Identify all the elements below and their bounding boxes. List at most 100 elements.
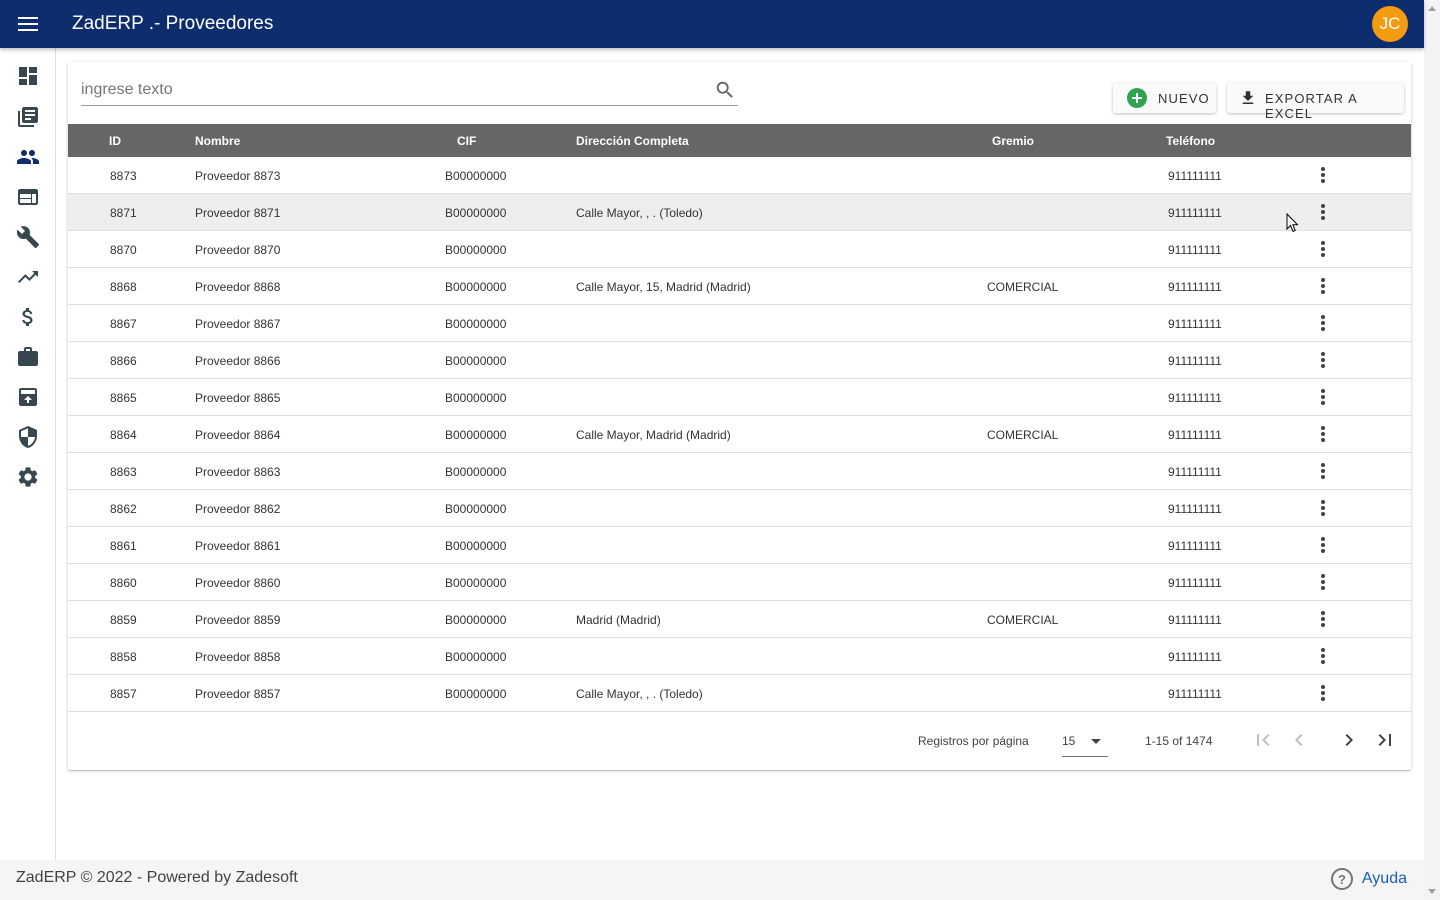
cell-id: 8862 — [110, 502, 137, 516]
cell-cif: B00000000 — [445, 613, 507, 627]
more-vert-icon[interactable] — [1313, 276, 1333, 296]
sidebar-item-finance[interactable] — [16, 305, 40, 329]
cell-telefono: 911111111 — [1168, 243, 1222, 257]
more-vert-icon[interactable] — [1313, 683, 1333, 703]
cell-cif: B00000000 — [445, 650, 507, 664]
first-page-button[interactable] — [1251, 728, 1275, 752]
more-vert-icon[interactable] — [1313, 165, 1333, 185]
search-icon[interactable] — [714, 79, 736, 101]
cell-nombre: Proveedor 8857 — [195, 687, 281, 701]
cell-gremio: COMERCIAL — [987, 280, 1059, 294]
more-vert-icon[interactable] — [1313, 313, 1333, 333]
table-row[interactable]: 8870 Proveedor 8870 B00000000 911111111 — [68, 231, 1411, 268]
more-vert-icon[interactable] — [1313, 387, 1333, 407]
new-button-label: NUEVO — [1158, 91, 1210, 106]
briefcase-icon — [18, 347, 38, 366]
sidebar-item-archive[interactable] — [16, 385, 40, 409]
scroll-down-icon[interactable] — [1428, 889, 1436, 894]
rows-per-page-select[interactable]: 15 — [1062, 724, 1108, 757]
table-row[interactable]: 8861 Proveedor 8861 B00000000 911111111 — [68, 527, 1411, 564]
more-vert-icon[interactable] — [1313, 350, 1333, 370]
column-header-telefono[interactable]: Teléfono — [1166, 134, 1215, 148]
table-row[interactable]: 8865 Proveedor 8865 B00000000 911111111 — [68, 379, 1411, 416]
cell-direccion: Calle Mayor, Madrid (Madrid) — [576, 428, 731, 442]
column-header-nombre[interactable]: Nombre — [195, 134, 240, 148]
table-row[interactable]: 8871 Proveedor 8871 B00000000 Calle Mayor, … — [68, 194, 1411, 231]
pagination-range: 1-15 of 1474 — [1145, 734, 1213, 748]
column-header-id[interactable]: ID — [109, 134, 121, 148]
more-vert-icon[interactable] — [1313, 498, 1333, 518]
more-vert-icon[interactable] — [1313, 424, 1333, 444]
more-vert-icon[interactable] — [1313, 202, 1333, 222]
table-row[interactable]: 8873 Proveedor 8873 B00000000 911111111 — [68, 157, 1411, 194]
cell-nombre: Proveedor 8873 — [195, 169, 281, 183]
cell-cif: B00000000 — [445, 206, 507, 220]
next-page-button[interactable] — [1337, 728, 1361, 752]
more-vert-icon[interactable] — [1313, 609, 1333, 629]
sidebar-item-business[interactable] — [16, 345, 40, 369]
wrench-icon — [16, 226, 39, 248]
more-vert-icon[interactable] — [1313, 646, 1333, 666]
table-row[interactable]: 8860 Proveedor 8860 B00000000 911111111 — [68, 564, 1411, 601]
scroll-up-icon[interactable] — [1428, 6, 1436, 11]
cell-direccion: Calle Mayor, 15, Madrid (Madrid) — [576, 280, 751, 294]
sidebar-item-dashboard[interactable] — [16, 64, 40, 88]
page-scrollbar[interactable] — [1424, 0, 1440, 900]
cell-id: 8857 — [110, 687, 137, 701]
cell-telefono: 911111111 — [1168, 650, 1222, 664]
cell-nombre: Proveedor 8867 — [195, 317, 281, 331]
cell-nombre: Proveedor 8863 — [195, 465, 281, 479]
export-excel-button[interactable]: EXPORTAR A EXCEL — [1227, 83, 1404, 121]
sidebar-item-trends[interactable] — [16, 265, 40, 289]
cell-telefono: 911111111 — [1168, 502, 1222, 516]
cell-id: 8870 — [110, 243, 137, 257]
sidebar-item-people[interactable] — [16, 145, 40, 169]
table-row[interactable]: 8866 Proveedor 8866 B00000000 911111111 — [68, 342, 1411, 379]
table-row[interactable]: 8867 Proveedor 8867 B00000000 911111111 — [68, 305, 1411, 342]
column-header-gremio[interactable]: Gremio — [992, 134, 1034, 148]
more-vert-icon[interactable] — [1313, 572, 1333, 592]
table-row[interactable]: 8868 Proveedor 8868 B00000000 Calle Mayor, … — [68, 268, 1411, 305]
table-row[interactable]: 8864 Proveedor 8864 B00000000 Calle Mayor, … — [68, 416, 1411, 453]
search-input[interactable] — [81, 78, 701, 102]
cell-direccion: Calle Mayor, , . (Toledo) — [576, 687, 703, 701]
sidebar-item-web[interactable] — [16, 185, 40, 209]
table-row[interactable]: 8863 Proveedor 8863 B00000000 911111111 — [68, 453, 1411, 490]
cell-telefono: 911111111 — [1168, 613, 1222, 627]
cell-telefono: 911111111 — [1168, 465, 1222, 479]
table-row[interactable]: 8859 Proveedor 8859 B00000000 Madrid (Madri… — [68, 601, 1411, 638]
cell-cif: B00000000 — [445, 243, 507, 257]
table-row[interactable]: 8858 Proveedor 8858 B00000000 911111111 — [68, 638, 1411, 675]
sidebar-item-library[interactable] — [16, 105, 40, 129]
search-field — [81, 76, 738, 106]
help-label: Ayuda — [1361, 870, 1407, 887]
sidebar-item-tools[interactable] — [16, 225, 40, 249]
last-page-button[interactable] — [1373, 728, 1397, 752]
more-vert-icon[interactable] — [1313, 535, 1333, 555]
mouse-cursor-icon — [1286, 213, 1299, 233]
pagination: Registros por página 15 1-15 of 1474 — [68, 712, 1411, 768]
web-icon — [18, 189, 38, 205]
caret-down-icon — [1091, 739, 1101, 744]
previous-page-button[interactable] — [1287, 728, 1311, 752]
sidebar-item-settings[interactable] — [16, 465, 40, 489]
cell-telefono: 911111111 — [1168, 391, 1222, 405]
cell-id: 8863 — [110, 465, 137, 479]
sidebar-item-security[interactable] — [16, 425, 40, 449]
table-row[interactable]: 8857 Proveedor 8857 B00000000 Calle Mayor, … — [68, 675, 1411, 712]
cell-id: 8860 — [110, 576, 137, 590]
cell-nombre: Proveedor 8862 — [195, 502, 281, 516]
column-header-cif[interactable]: CIF — [457, 134, 476, 148]
new-button[interactable]: NUEVO — [1113, 83, 1216, 113]
cell-cif: B00000000 — [445, 465, 507, 479]
avatar[interactable]: JC — [1372, 6, 1408, 42]
cell-cif: B00000000 — [445, 576, 507, 590]
help-link[interactable]: ? Ayuda — [1330, 867, 1407, 891]
menu-icon[interactable] — [16, 12, 40, 36]
column-header-direccion[interactable]: Dirección Completa — [576, 134, 689, 148]
more-vert-icon[interactable] — [1313, 239, 1333, 259]
cell-cif: B00000000 — [445, 391, 507, 405]
table-row[interactable]: 8862 Proveedor 8862 B00000000 911111111 — [68, 490, 1411, 527]
cell-direccion: Madrid (Madrid) — [576, 613, 661, 627]
more-vert-icon[interactable] — [1313, 461, 1333, 481]
